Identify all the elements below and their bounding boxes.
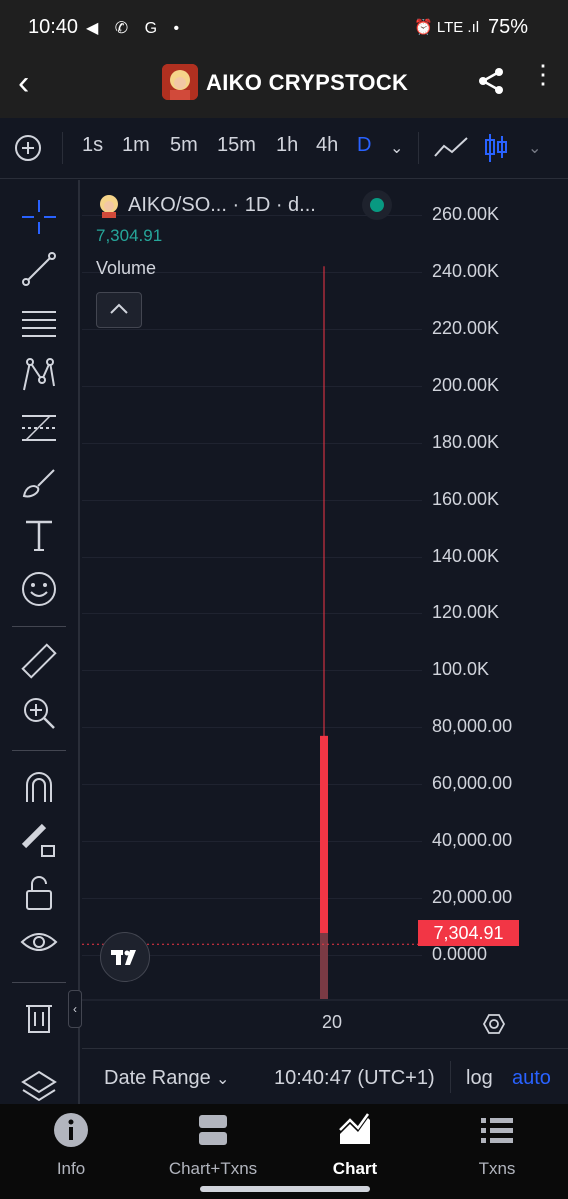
chart-bottom-bar: Date Range ⌄ 10:40:47 (UTC+1) log auto	[82, 1048, 568, 1105]
chart-canvas[interactable]	[0, 0, 568, 1048]
x-axis-tick-label: 20	[322, 1012, 343, 1032]
divider	[450, 1061, 451, 1093]
nav-label: Txns	[478, 1159, 516, 1178]
market-status-icon[interactable]	[362, 190, 392, 220]
bottom-navigation: Info Chart+Txns Chart Txns	[0, 1104, 568, 1199]
layers-icon[interactable]	[20, 1068, 58, 1106]
nav-label: Chart+Txns	[168, 1159, 258, 1178]
symbol-logo-icon	[96, 192, 122, 223]
nav-chart[interactable]: Chart	[284, 1112, 426, 1179]
clock-time[interactable]: 10:40:47 (UTC+1)	[274, 1067, 435, 1090]
last-price-tag: 7,304.91	[418, 920, 519, 946]
chart-icon	[339, 1113, 370, 1144]
last-price: 7,304.91	[96, 226, 163, 245]
nav-label: Info	[56, 1159, 86, 1178]
volume-bar[interactable]	[320, 933, 328, 999]
nav-label: Chart	[332, 1159, 378, 1178]
symbol-title[interactable]: AIKO/SO... · 1D · d...	[128, 194, 316, 217]
info-icon	[54, 1113, 88, 1147]
log-scale-toggle[interactable]: log	[466, 1067, 493, 1090]
candle-body[interactable]	[320, 735, 328, 955]
auto-scale-toggle[interactable]: auto	[512, 1067, 551, 1090]
collapse-legend-button[interactable]	[96, 292, 142, 328]
tradingview-logo[interactable]	[100, 932, 150, 982]
nav-chart-txns[interactable]: Chart+Txns	[142, 1112, 284, 1179]
home-indicator	[200, 1186, 370, 1192]
list-icon	[481, 1118, 513, 1143]
nav-info[interactable]: Info	[0, 1112, 142, 1179]
split-icon	[199, 1115, 227, 1145]
date-range-button[interactable]: Date Range	[104, 1067, 211, 1090]
nav-txns[interactable]: Txns	[426, 1112, 568, 1179]
settings-icon[interactable]	[482, 1012, 506, 1041]
chevron-down-icon[interactable]: ⌄	[216, 1069, 229, 1089]
volume-indicator-label[interactable]: Volume	[96, 258, 156, 279]
